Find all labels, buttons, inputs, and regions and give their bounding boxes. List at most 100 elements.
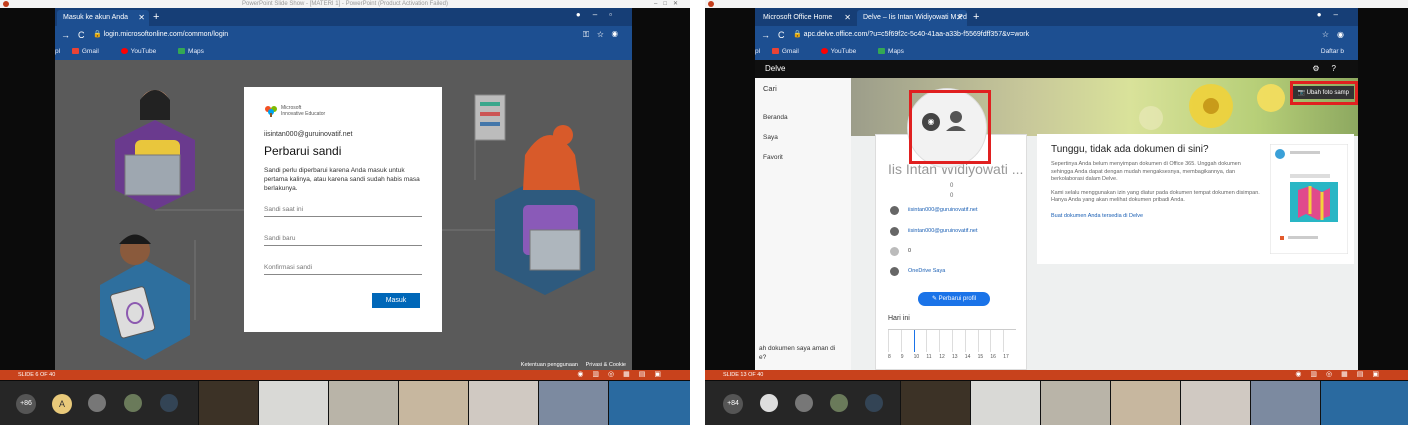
back-forward-reload-icons[interactable]: →C bbox=[61, 26, 93, 44]
slideshow-controls[interactable]: ◉▥◎▦▤▣ bbox=[1295, 370, 1388, 380]
participant-video bbox=[538, 381, 608, 425]
avatar bbox=[88, 394, 106, 412]
confirm-password-input[interactable]: Konfirmasi sandi bbox=[264, 260, 422, 275]
timeline-gridline bbox=[913, 330, 915, 352]
sidebar-item-saya[interactable]: Saya bbox=[763, 134, 778, 141]
left-screenshot: PowerPoint Slide Show - [MATERI 1] - Pow… bbox=[0, 0, 690, 425]
slideshow-controls[interactable]: ◉▥◎▦▤▣ bbox=[577, 370, 670, 380]
tab-strip: Masuk ke akun Anda ✕ + ●–▫ bbox=[55, 8, 632, 26]
timeline-gridline bbox=[1003, 330, 1005, 352]
search-input[interactable]: Cari bbox=[763, 84, 777, 93]
bookmarks-right[interactable]: Daftar b bbox=[1321, 44, 1344, 60]
participant-video bbox=[328, 381, 398, 425]
browser-window: Microsoft Office Home ✕ Delve – Iis Inta… bbox=[755, 8, 1358, 60]
avatar bbox=[160, 394, 178, 412]
current-password-input[interactable]: Sandi saat ini bbox=[264, 202, 422, 217]
phone-icon bbox=[890, 247, 899, 256]
close-icon[interactable]: ✕ bbox=[956, 10, 963, 26]
info-paragraph-1: Sepertinya Anda belum menyimpan dokumen … bbox=[1051, 161, 1241, 182]
profile-email[interactable]: iisintan000@guruinovatif.net bbox=[908, 207, 978, 213]
participant-video bbox=[1320, 381, 1408, 425]
zoom-participant-strip: +84 bbox=[705, 381, 1408, 425]
timeline-gridline bbox=[939, 330, 941, 352]
new-password-input[interactable]: Sandi baru bbox=[264, 231, 422, 246]
participant-video bbox=[608, 381, 690, 425]
onedrive-link[interactable]: OneDrive Saya bbox=[908, 268, 945, 274]
bookmark-youtube[interactable]: YouTube bbox=[820, 48, 867, 55]
bookmark-gmail[interactable]: Gmail bbox=[771, 48, 809, 55]
bookmark-maps[interactable]: Maps bbox=[178, 48, 214, 55]
sidebar-footer-link[interactable]: ah dokumen saya aman di e? bbox=[759, 344, 843, 362]
participant-video bbox=[1180, 381, 1250, 425]
more-participants-badge[interactable]: +86 bbox=[16, 394, 36, 414]
sidebar-item-favorit[interactable]: Favorit bbox=[763, 154, 783, 161]
window-controls[interactable]: ●–▫ bbox=[576, 10, 624, 19]
timeline-hour-label: 14 bbox=[964, 354, 971, 360]
profile-chat[interactable]: iisintan000@guruinovatif.net bbox=[908, 228, 978, 234]
timeline-hour-label: 8 bbox=[888, 354, 891, 360]
delve-main: 📷 Ubah foto samp Iis Intan Widiyowati ..… bbox=[851, 78, 1358, 370]
day-timeline: 8 9 10 11 12 13 14 15 16 17 bbox=[888, 329, 1016, 363]
star-icon[interactable]: ☆◉ bbox=[1322, 26, 1352, 44]
bookmark-prefix: pl bbox=[755, 48, 761, 55]
sidebar-item-beranda[interactable]: Beranda bbox=[763, 114, 788, 121]
right-screenshot: Microsoft Office Home ✕ Delve – Iis Inta… bbox=[705, 0, 1408, 425]
document-card-illustration bbox=[1270, 144, 1348, 254]
more-participants-badge[interactable]: +84 bbox=[723, 394, 743, 414]
star-icon[interactable]: ⚿☆◉ bbox=[583, 26, 626, 44]
timeline-gridline bbox=[900, 330, 902, 352]
ppt-status-bar: SLIDE 6 OF 40 ◉▥◎▦▤▣ bbox=[0, 370, 690, 380]
maps-icon bbox=[878, 48, 886, 55]
url-input[interactable]: 🔒 apc.delve.office.com/?u=c5f69f2c-5c40-… bbox=[793, 26, 1029, 44]
cloud-icon bbox=[890, 267, 899, 276]
delve-sidebar: Cari Beranda Saya Favorit ah dokumen say… bbox=[755, 78, 851, 370]
participant-video bbox=[198, 381, 258, 425]
info-paragraph-2: Kami selalu menggunakan izin yang diatur… bbox=[1051, 189, 1260, 204]
window-controls[interactable]: ●– bbox=[1317, 10, 1350, 19]
tab-label: Masuk ke akun Anda bbox=[63, 14, 128, 21]
new-tab-icon[interactable]: + bbox=[153, 10, 159, 24]
address-bar: →C 🔒 apc.delve.office.com/?u=c5f69f2c-5c… bbox=[755, 26, 1358, 44]
avatar: A bbox=[52, 394, 72, 414]
submit-button[interactable]: Masuk bbox=[372, 293, 420, 308]
bookmark-gmail[interactable]: Gmail bbox=[71, 48, 109, 55]
bookmarks-bar: pl Gmail YouTube Maps bbox=[55, 44, 632, 60]
ppt-status-bar: SLIDE 13 OF 40 ◉▥◎▦▤▣ bbox=[705, 370, 1408, 380]
description-text: Sandi perlu diperbarui karena Anda masuk… bbox=[264, 167, 420, 192]
participant-video bbox=[1110, 381, 1180, 425]
timeline-gridline bbox=[888, 330, 889, 352]
avatar bbox=[124, 394, 142, 412]
slide-counter: SLIDE 6 OF 40 bbox=[18, 372, 56, 378]
window-controls[interactable]: –□✕ bbox=[654, 0, 684, 8]
bookmark-youtube[interactable]: YouTube bbox=[120, 48, 167, 55]
new-tab-icon[interactable]: + bbox=[973, 10, 979, 24]
ppt-title: PowerPoint Slide Show - [MATERI 1] - Pow… bbox=[242, 1, 448, 7]
mail-icon bbox=[890, 206, 899, 215]
update-profile-button[interactable]: ✎ Perbarui profil bbox=[918, 292, 990, 306]
privacy-link[interactable]: Privasi & Cookie bbox=[586, 362, 626, 368]
gmail-icon bbox=[771, 48, 779, 55]
back-forward-reload-icons[interactable]: →C bbox=[761, 26, 793, 44]
timeline-gridline bbox=[990, 330, 992, 352]
tab-login[interactable]: Masuk ke akun Anda ✕ bbox=[57, 10, 149, 26]
timeline-gridline bbox=[952, 330, 953, 352]
tab-delve[interactable]: Delve – Iis Intan Widiyowati M.Pd ✕ bbox=[857, 10, 967, 26]
count-1: 0 bbox=[950, 183, 954, 189]
url-input[interactable]: 🔒 login.microsoftonline.com/common/login bbox=[93, 26, 228, 44]
tab-label: Microsoft Office Home bbox=[763, 14, 833, 21]
participant-video bbox=[398, 381, 468, 425]
terms-link[interactable]: Ketentuan penggunaan bbox=[521, 362, 578, 368]
empty-documents-panel: Tunggu, tidak ada dokumen di sini? Seper… bbox=[1037, 134, 1354, 264]
bookmark-maps[interactable]: Maps bbox=[878, 48, 914, 55]
ppt-titlebar: PowerPoint Slide Show - [MATERI 1] - Pow… bbox=[0, 0, 690, 8]
gmail-icon bbox=[71, 48, 79, 55]
timeline-gridline bbox=[926, 330, 928, 352]
close-icon[interactable]: ✕ bbox=[138, 10, 145, 26]
settings-help-icons[interactable]: ⚙? bbox=[1312, 60, 1348, 78]
timeline-hour-label: 10 bbox=[913, 354, 920, 360]
timeline-hour-label: 13 bbox=[952, 354, 958, 360]
close-icon[interactable]: ✕ bbox=[844, 10, 851, 26]
timeline-hour-label: 17 bbox=[1003, 354, 1009, 360]
tab-office-home[interactable]: Microsoft Office Home ✕ bbox=[757, 10, 855, 26]
slide-counter: SLIDE 13 OF 40 bbox=[723, 372, 764, 378]
